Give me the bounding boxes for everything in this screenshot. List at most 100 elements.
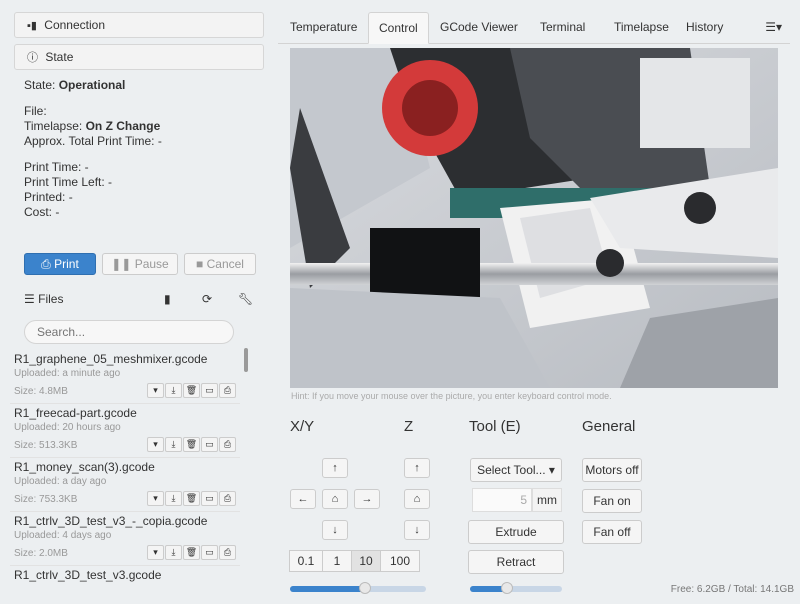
arrow-left-icon: ← xyxy=(297,493,309,505)
file-name: R1_ctrlv_3D_test_v3.gcode xyxy=(14,568,162,582)
step-size-1-button[interactable]: 1 xyxy=(322,550,352,572)
file-list-item[interactable]: R1_freecad-part.gcode Uploaded: 20 hours … xyxy=(10,404,240,458)
wrench-icon[interactable]: 🔧︎ xyxy=(238,290,253,308)
print-icon[interactable]: ⎙ xyxy=(219,545,236,560)
print-label: Print xyxy=(54,257,79,271)
jog-x-minus-button[interactable]: ← xyxy=(290,489,316,509)
print-icon[interactable]: ⎙ xyxy=(219,383,236,398)
file-list-item[interactable]: R1_money_scan(3).gcode Uploaded: a day ag… xyxy=(10,458,240,512)
print-time: Print Time: - xyxy=(24,160,89,174)
trash-icon[interactable]: 🗑︎ xyxy=(183,383,200,398)
state-label: State xyxy=(45,50,74,64)
file-size: Size: 2.0MB xyxy=(14,548,68,559)
chevron-down-icon[interactable]: ▾ xyxy=(147,437,164,452)
file-list-item[interactable]: R1_ctrlv_3D_test_v3_-_copia.gcode Uploade… xyxy=(10,512,240,566)
file-list-item[interactable]: R1_graphene_05_meshmixer.gcode Uploaded: … xyxy=(10,350,240,404)
file-list-item[interactable]: R1_ctrlv_3D_test_v3.gcode xyxy=(10,566,240,586)
print-icon[interactable]: ⎙ xyxy=(219,437,236,452)
webcam-image xyxy=(290,48,778,388)
connection-label: Connection xyxy=(44,18,106,32)
tool-select[interactable]: Select Tool... ▾ xyxy=(470,458,562,482)
refresh-icon[interactable]: ⟳ xyxy=(202,290,212,308)
extrude-button[interactable]: Extrude xyxy=(468,520,564,544)
tab-gcode-viewer[interactable]: GCode Viewer xyxy=(430,12,528,44)
files-header: ☰ Files ▮ ⟳ 🔧︎ xyxy=(24,290,260,308)
new-file-icon[interactable]: ▮ xyxy=(164,290,171,308)
print-button[interactable]: ⎙ Print xyxy=(24,253,96,275)
jog-y-minus-button[interactable]: ↓ xyxy=(322,520,348,540)
approx-total-print-time: Approx. Total Print Time: - xyxy=(24,134,162,148)
retract-button[interactable]: Retract xyxy=(468,550,564,574)
file-actions: ▾ ⤓ 🗑︎ ▭ ⎙ xyxy=(146,544,236,560)
arrow-up-icon: ↑ xyxy=(332,462,338,474)
folder-open-icon[interactable]: ▭ xyxy=(201,545,218,560)
signal-icon: ▪▮ xyxy=(27,20,37,32)
print-time-left: Print Time Left: - xyxy=(24,175,113,189)
feedrate-slider-knob[interactable] xyxy=(358,582,371,594)
tab-temperature[interactable]: Temperature xyxy=(280,12,367,44)
file-list: R1_graphene_05_meshmixer.gcode Uploaded: … xyxy=(10,350,240,586)
download-icon[interactable]: ⤓ xyxy=(165,545,182,560)
print-controls: ⎙ Print ❚❚ Pause ■ Cancel xyxy=(24,253,256,275)
trash-icon[interactable]: 🗑︎ xyxy=(183,545,200,560)
connection-panel-header[interactable]: ▪▮ Connection xyxy=(14,12,264,38)
state-body: State: Operational File: Timelapse: On Z… xyxy=(24,78,260,220)
file-list-scrollbar[interactable] xyxy=(244,348,248,372)
jog-x-plus-button[interactable]: → xyxy=(354,489,380,509)
tab-history[interactable]: History xyxy=(676,12,733,44)
tool-title: Tool (E) xyxy=(469,418,521,435)
timelapse-value: On Z Change xyxy=(85,119,161,133)
cancel-button[interactable]: ■ Cancel xyxy=(184,253,256,275)
feedrate-slider[interactable] xyxy=(290,582,426,594)
file-uploaded: Uploaded: 20 hours ago xyxy=(14,422,121,433)
folder-open-icon[interactable]: ▭ xyxy=(201,491,218,506)
jog-z-minus-button[interactable]: ↓ xyxy=(404,520,430,540)
tab-terminal[interactable]: Terminal xyxy=(530,12,595,44)
fan-off-button[interactable]: Fan off xyxy=(582,520,642,544)
pause-button[interactable]: ❚❚ Pause xyxy=(102,253,178,275)
motors-off-button[interactable]: Motors off xyxy=(582,458,642,482)
step-size-10-button[interactable]: 10 xyxy=(351,550,381,572)
trash-icon[interactable]: 🗑︎ xyxy=(183,437,200,452)
chevron-down-icon[interactable]: ▾ xyxy=(147,545,164,560)
file-search-input[interactable] xyxy=(24,320,234,344)
timelapse-prefix: Timelapse: xyxy=(24,119,83,133)
webcam-stream[interactable] xyxy=(290,48,778,388)
chevron-down-icon[interactable]: ▾ xyxy=(147,491,164,506)
print-icon[interactable]: ⎙ xyxy=(219,491,236,506)
menu-toggle-icon[interactable]: ☰▾ xyxy=(765,20,782,34)
jog-z-plus-button[interactable]: ↑ xyxy=(404,458,430,478)
home-xy-button[interactable]: ⌂ xyxy=(322,489,348,509)
jog-y-plus-button[interactable]: ↑ xyxy=(322,458,348,478)
free-space: Free: 6.2GB / Total: 14.1GB xyxy=(670,584,794,595)
flowrate-slider[interactable] xyxy=(470,582,562,594)
file-size: Size: 753.3KB xyxy=(14,494,78,505)
file-uploaded: Uploaded: a minute ago xyxy=(14,368,121,379)
tab-timelapse[interactable]: Timelapse xyxy=(604,12,679,44)
printer-icon: ⎙ xyxy=(41,257,51,271)
arrow-right-icon: → xyxy=(361,493,373,505)
home-icon: ⌂ xyxy=(413,493,421,505)
flowrate-slider-knob[interactable] xyxy=(500,582,513,594)
chevron-down-icon[interactable]: ▾ xyxy=(147,383,164,398)
webcam-hint: Hint: If you move your mouse over the pi… xyxy=(291,391,612,401)
trash-icon[interactable]: 🗑︎ xyxy=(183,491,200,506)
home-z-button[interactable]: ⌂ xyxy=(404,489,430,509)
download-icon[interactable]: ⤓ xyxy=(165,437,182,452)
extrude-amount-input[interactable]: 5 xyxy=(472,488,532,512)
folder-open-icon[interactable]: ▭ xyxy=(201,437,218,452)
download-icon[interactable]: ⤓ xyxy=(165,383,182,398)
file-size: Size: 513.3KB xyxy=(14,440,78,451)
step-size-0-1-button[interactable]: 0.1 xyxy=(289,550,323,572)
file-uploaded: Uploaded: a day ago xyxy=(14,476,107,487)
state-panel-header[interactable]: ⓘ State xyxy=(14,44,264,70)
file-name: R1_ctrlv_3D_test_v3_-_copia.gcode xyxy=(14,514,208,528)
fan-on-button[interactable]: Fan on xyxy=(582,489,642,513)
download-icon[interactable]: ⤓ xyxy=(165,491,182,506)
file-name: R1_freecad-part.gcode xyxy=(14,406,137,420)
folder-open-icon[interactable]: ▭ xyxy=(201,383,218,398)
step-size-100-button[interactable]: 100 xyxy=(380,550,420,572)
tab-control[interactable]: Control xyxy=(368,12,429,44)
file-size: Size: 4.8MB xyxy=(14,386,68,397)
feedrate-slider-fill xyxy=(290,586,365,592)
